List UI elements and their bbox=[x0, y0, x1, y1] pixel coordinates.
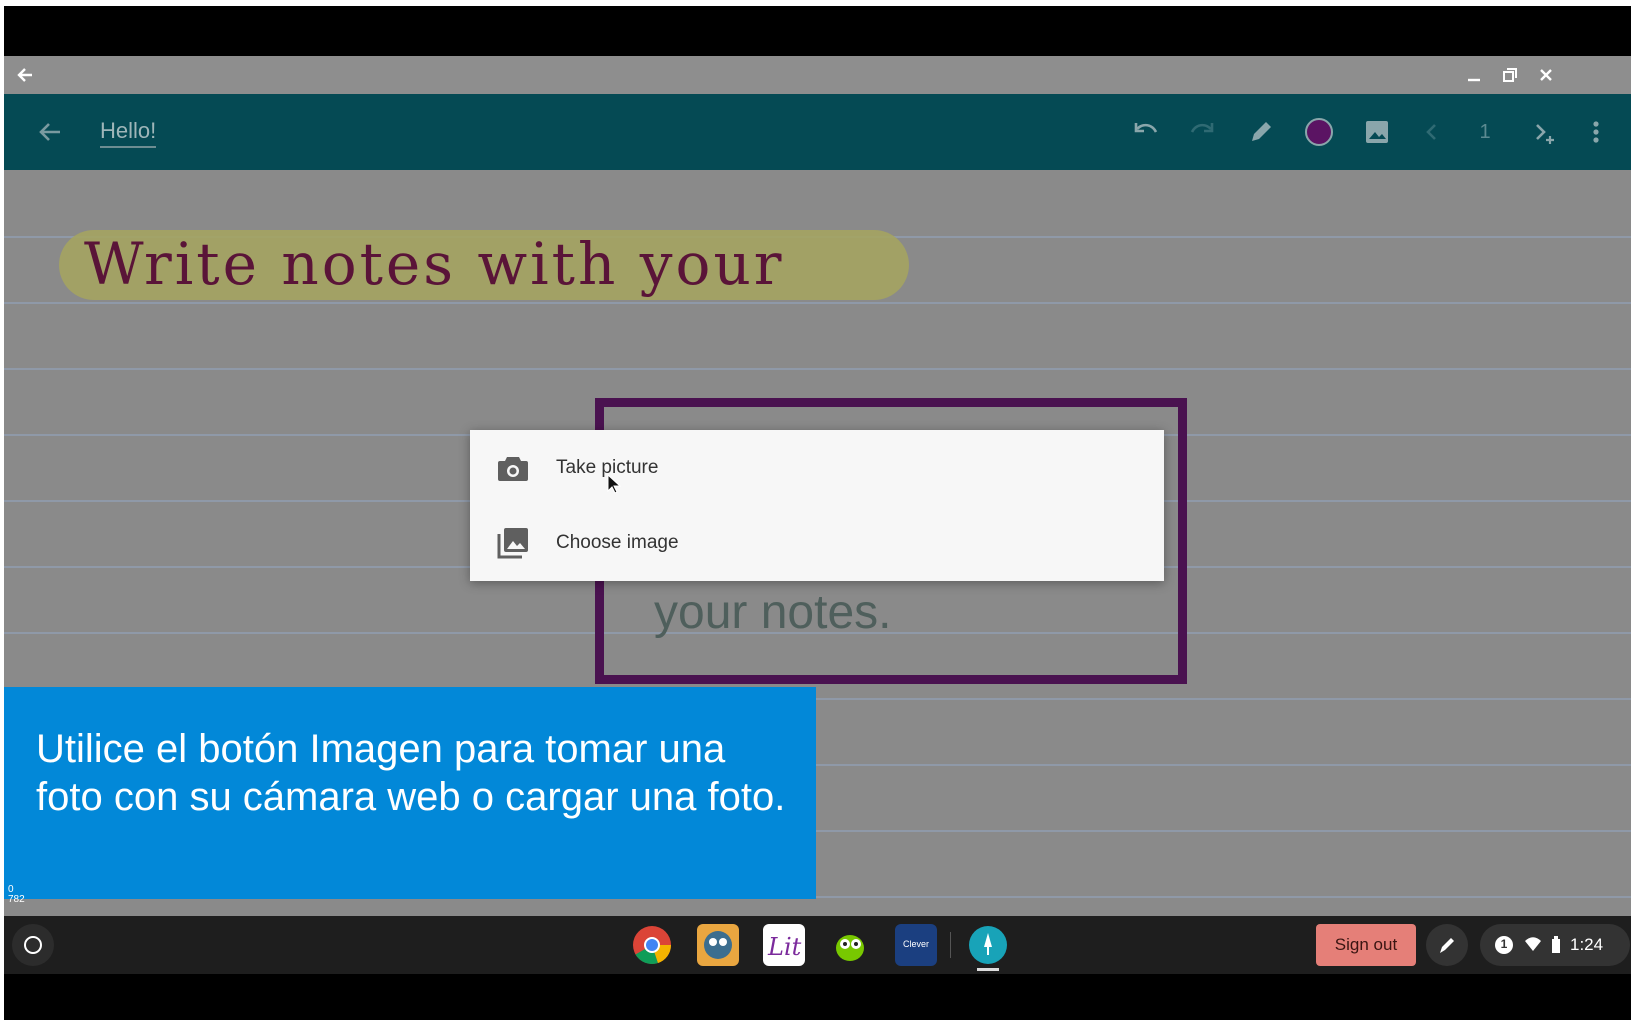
clever-label: Clever bbox=[902, 939, 929, 949]
lit-icon[interactable]: Lit bbox=[763, 924, 805, 966]
stylus-tools-button[interactable] bbox=[1426, 924, 1468, 966]
ruled-line bbox=[4, 302, 1631, 304]
sign-out-button[interactable]: Sign out bbox=[1316, 924, 1416, 966]
shelf-divider bbox=[950, 932, 951, 958]
owl-reader-icon[interactable] bbox=[697, 924, 739, 966]
restore-button[interactable] bbox=[1498, 63, 1522, 87]
previous-page-button[interactable] bbox=[1418, 116, 1446, 148]
redo-button[interactable] bbox=[1186, 116, 1220, 148]
mouse-cursor-icon bbox=[607, 474, 621, 494]
image-source-menu: Take picture Choose image bbox=[470, 430, 1164, 581]
svg-text:Lit: Lit bbox=[767, 933, 802, 961]
more-vert-icon bbox=[1593, 121, 1599, 143]
ruled-line bbox=[4, 368, 1631, 370]
box-text: your notes. bbox=[654, 586, 892, 639]
clock: 1:24 bbox=[1570, 935, 1604, 954]
notification-count: 1 bbox=[1500, 937, 1508, 951]
undo-icon bbox=[1134, 123, 1158, 133]
wifi-icon bbox=[1525, 937, 1541, 951]
minimize-icon bbox=[1468, 78, 1480, 82]
launcher-button[interactable] bbox=[12, 924, 54, 966]
chromeos-shelf: Lit Clever Sign out 1 1:24 bbox=[4, 916, 1631, 974]
note-back-button[interactable] bbox=[34, 116, 66, 148]
take-picture-option[interactable]: Take picture bbox=[470, 430, 1164, 505]
duolingo-icon[interactable] bbox=[829, 924, 871, 966]
image-icon bbox=[494, 524, 532, 562]
instruction-caption: Utilice el botón Imagen para tomar una f… bbox=[4, 687, 816, 899]
chevron-right-add-icon bbox=[1536, 124, 1554, 144]
coordinate-readout: 0 782 bbox=[8, 885, 25, 905]
image-icon bbox=[1366, 121, 1388, 143]
active-app-indicator bbox=[977, 968, 999, 971]
stylus-icon bbox=[1440, 938, 1454, 953]
status-tray[interactable]: 1 1:24 bbox=[1480, 924, 1630, 966]
window-titlebar bbox=[4, 56, 1631, 94]
window-back-button[interactable] bbox=[14, 64, 36, 86]
arrow-left-icon bbox=[39, 123, 60, 141]
close-button[interactable] bbox=[1534, 63, 1558, 87]
coordinate-readout-line-2: 782 bbox=[8, 894, 25, 905]
camera-icon bbox=[494, 449, 532, 487]
close-icon bbox=[1540, 69, 1552, 81]
handwritten-note: Write notes with your bbox=[84, 230, 785, 298]
next-page-button[interactable] bbox=[1528, 116, 1562, 148]
chevron-left-icon bbox=[1426, 124, 1436, 140]
restore-icon bbox=[1503, 68, 1517, 82]
caption-text: Utilice el botón Imagen para tomar una f… bbox=[36, 727, 786, 819]
redo-icon bbox=[1190, 123, 1214, 133]
pen-color-button[interactable] bbox=[1302, 116, 1336, 148]
chrome-icon[interactable] bbox=[631, 924, 673, 966]
color-swatch-icon bbox=[1305, 118, 1333, 146]
clever-icon[interactable]: Clever bbox=[895, 924, 937, 966]
more-options-button[interactable] bbox=[1584, 116, 1608, 148]
minimize-button[interactable] bbox=[1462, 63, 1486, 87]
undo-button[interactable] bbox=[1128, 116, 1162, 148]
choose-image-option[interactable]: Choose image bbox=[470, 505, 1164, 580]
app-toolbar: Hello! 1 bbox=[4, 94, 1631, 170]
choose-image-label: Choose image bbox=[556, 532, 679, 553]
note-title[interactable]: Hello! bbox=[100, 118, 157, 148]
keep-icon[interactable] bbox=[967, 924, 1009, 966]
arrow-left-icon bbox=[17, 68, 32, 82]
page-number: 1 bbox=[1479, 121, 1491, 143]
insert-image-button[interactable] bbox=[1360, 116, 1394, 148]
pen-tool-button[interactable] bbox=[1244, 116, 1278, 148]
battery-icon bbox=[1552, 936, 1560, 953]
pencil-icon bbox=[1252, 122, 1271, 141]
